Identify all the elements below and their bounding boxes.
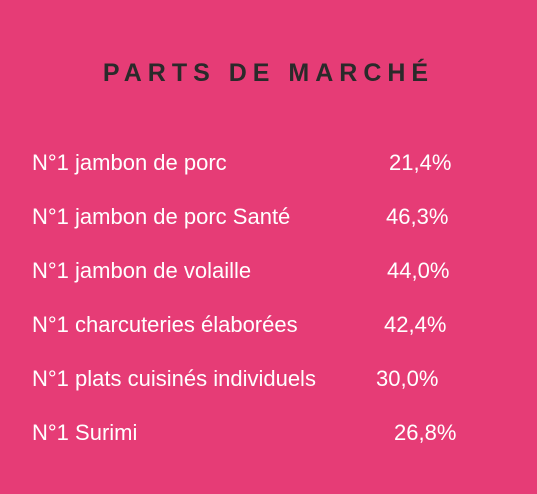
row-label: N°1 charcuteries élaborées (32, 312, 298, 337)
list-item: N°1 plats cuisinés individuels 30,0% (32, 362, 502, 416)
list-item: N°1 charcuteries élaborées 42,4% (32, 308, 502, 362)
row-value: 30,0% (376, 366, 439, 391)
row-label: N°1 Surimi (32, 420, 138, 445)
row-label: N°1 jambon de porc Santé (32, 204, 291, 229)
card-title: PARTS DE MARCHÉ (102, 59, 435, 87)
row-label: N°1 plats cuisinés individuels (32, 366, 316, 391)
list-item: N°1 Surimi 26,8% (32, 416, 502, 470)
row-value: 42,4% (384, 312, 447, 337)
market-share-card: PARTS DE MARCHÉ N°1 jambon de porc 21,4%… (0, 0, 537, 494)
list-item: N°1 jambon de porc Santé 46,3% (32, 200, 502, 254)
list-item: N°1 jambon de porc 21,4% (32, 146, 502, 200)
market-share-list: N°1 jambon de porc 21,4% N°1 jambon de p… (32, 146, 502, 470)
row-label: N°1 jambon de porc (32, 150, 227, 175)
list-item: N°1 jambon de volaille 44,0% (32, 254, 502, 308)
row-label: N°1 jambon de volaille (32, 258, 252, 283)
row-value: 21,4% (389, 150, 452, 175)
row-value: 26,8% (394, 420, 457, 445)
row-value: 44,0% (387, 258, 450, 283)
row-value: 46,3% (386, 204, 449, 229)
